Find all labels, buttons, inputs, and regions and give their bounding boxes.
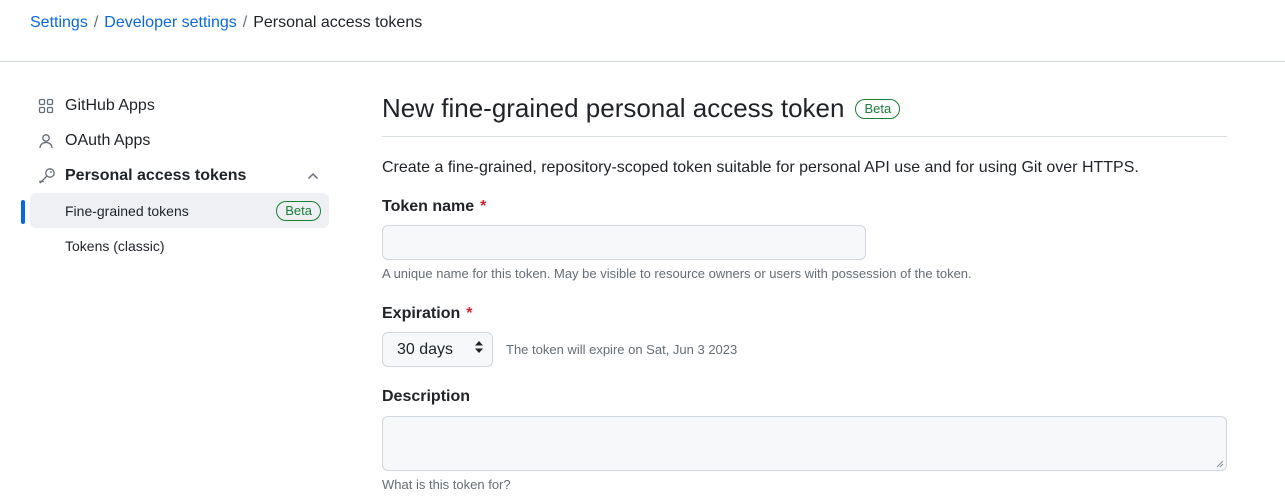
resize-grip-icon[interactable]	[1215, 459, 1224, 468]
chevron-up-icon[interactable]	[306, 169, 320, 188]
expiration-label-text: Expiration	[382, 305, 461, 322]
sidebar-subitem-label: Tokens (classic)	[65, 237, 165, 254]
key-icon	[30, 167, 65, 185]
sidebar-nav: GitHub Apps OAuth Apps Personal access t…	[21, 88, 330, 263]
sidebar-subitem-label: Fine-grained tokens	[65, 202, 189, 219]
description-label-text: Description	[382, 388, 471, 405]
expiration-select[interactable]: 30 days	[382, 332, 493, 367]
token-name-input[interactable]	[382, 225, 866, 260]
sidebar-item-label: OAuth Apps	[65, 131, 151, 149]
main-content: New fine-grained personal access token B…	[382, 90, 1227, 493]
description-label: Description	[382, 387, 1227, 407]
apps-icon	[30, 98, 65, 114]
sidebar-item-personal-access-tokens[interactable]: Personal access tokens	[30, 158, 330, 193]
active-indicator	[21, 200, 25, 224]
page-header: New fine-grained personal access token B…	[382, 90, 1227, 137]
breadcrumb-developer-settings-link[interactable]: Developer settings	[104, 13, 237, 33]
description-note: What is this token for?	[382, 477, 511, 492]
header-divider	[0, 61, 1285, 62]
breadcrumb-separator: /	[93, 14, 99, 31]
expiration-row: 30 days The token will expire on Sat, Ju…	[382, 332, 1227, 367]
breadcrumb-separator: /	[242, 14, 248, 31]
beta-badge: Beta	[855, 99, 901, 119]
description-textarea[interactable]	[382, 416, 1227, 471]
expiration-note: The token will expire on Sat, Jun 3 2023	[506, 341, 738, 357]
token-name-note: A unique name for this token. May be vis…	[382, 266, 972, 281]
sidebar-item-label: Personal access tokens	[65, 166, 247, 184]
required-indicator: *	[466, 305, 473, 322]
sidebar-subitem-tokens-classic[interactable]: Tokens (classic)	[30, 228, 330, 263]
page-title: New fine-grained personal access token	[382, 93, 845, 123]
beta-badge: Beta	[276, 201, 321, 221]
breadcrumb-settings-link[interactable]: Settings	[30, 13, 88, 33]
token-name-label: Token name *	[382, 197, 1227, 217]
page-description: Create a fine-grained, repository-scoped…	[382, 159, 1139, 176]
select-arrows-icon	[474, 340, 484, 359]
sidebar-item-github-apps[interactable]: GitHub Apps	[30, 88, 330, 123]
required-indicator: *	[480, 198, 487, 215]
expiration-label: Expiration *	[382, 304, 1227, 324]
expiration-select-value: 30 days	[397, 340, 454, 358]
person-icon	[30, 133, 65, 149]
breadcrumb-current: Personal access tokens	[253, 14, 423, 31]
token-name-label-text: Token name	[382, 198, 475, 215]
breadcrumb: Settings / Developer settings / Personal…	[30, 13, 422, 33]
sidebar-item-oauth-apps[interactable]: OAuth Apps	[30, 123, 330, 158]
sidebar-item-label: GitHub Apps	[65, 96, 155, 114]
sidebar-subitem-fine-grained-tokens[interactable]: Fine-grained tokens Beta	[21, 193, 329, 228]
